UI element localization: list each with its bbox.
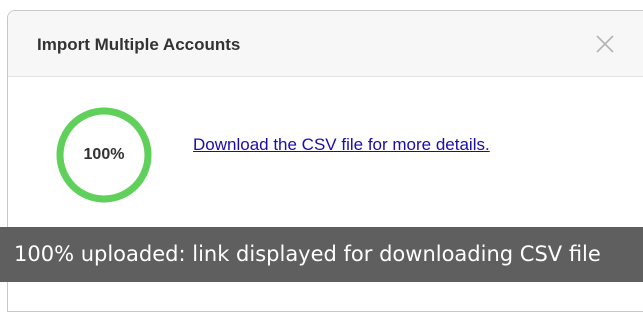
caption-banner: 100% uploaded: link displayed for downlo… — [0, 227, 643, 282]
upload-progress-ring: 100% — [54, 105, 154, 205]
dialog-body: 100% Download the CSV file for more deta… — [8, 77, 643, 227]
dialog-title: Import Multiple Accounts — [37, 35, 241, 54]
download-csv-link[interactable]: Download the CSV file for more details. — [193, 135, 490, 155]
progress-percent-label: 100% — [83, 146, 125, 163]
close-icon — [596, 35, 614, 53]
screenshot-stage: Import Multiple Accounts 100% Download t… — [0, 0, 643, 312]
close-button[interactable] — [593, 32, 617, 56]
dialog-header: Import Multiple Accounts — [8, 11, 643, 77]
